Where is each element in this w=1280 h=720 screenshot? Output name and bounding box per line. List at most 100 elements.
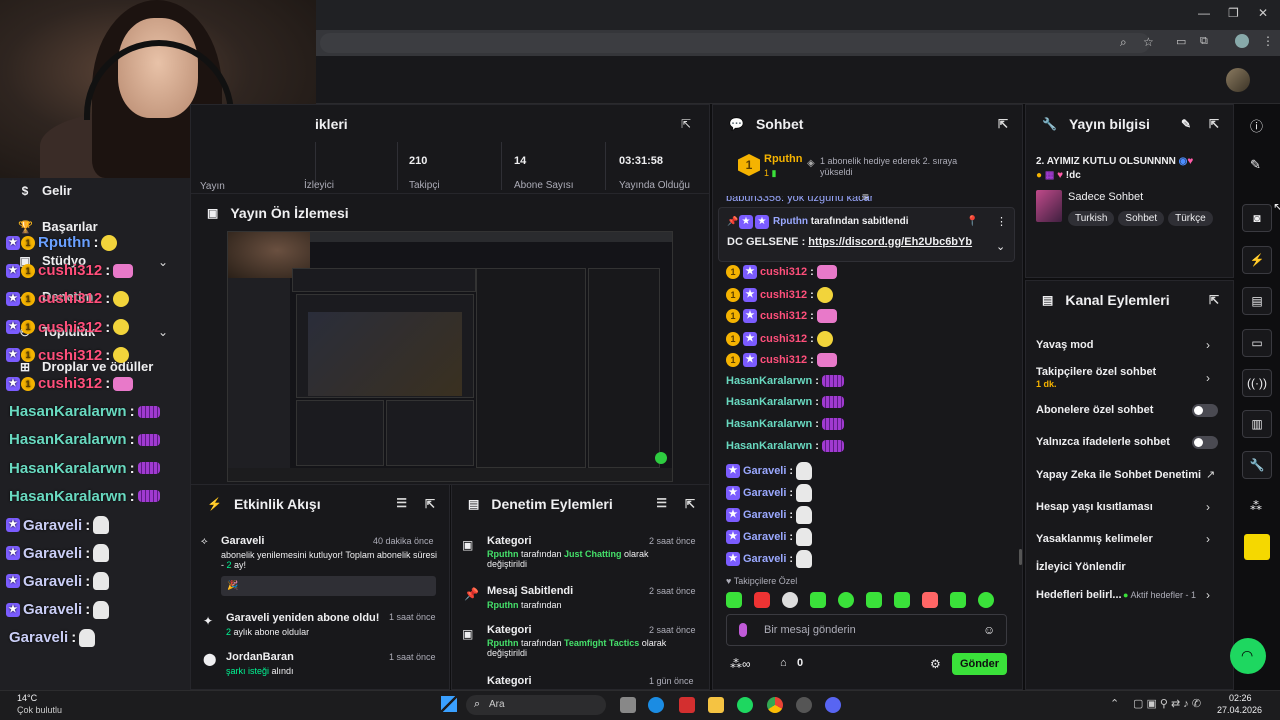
chat-username[interactable]: HasanKaralarwn [726,440,812,452]
extensions-icon[interactable]: ⧉ [1200,35,1208,48]
rail-bolt-button[interactable]: ⚡ [1242,246,1272,274]
kebab-menu-icon[interactable]: ⋮ [1262,34,1274,48]
pencil-icon[interactable]: ✎ [1250,157,1261,173]
chevron-down-icon[interactable]: ⌄ [158,325,168,339]
followers-only-row[interactable]: Takipçilere özel sohbet [1036,366,1156,378]
emote-icon[interactable] [810,592,826,608]
account-age-row[interactable]: Hesap yaşı kısıtlaması [1036,501,1153,513]
chevron-right-icon[interactable]: › [1206,338,1210,352]
user-avatar[interactable] [1226,68,1250,92]
task-view-icon[interactable] [620,697,636,713]
tag[interactable]: Türkçe [1168,211,1213,226]
omnibox[interactable] [320,33,1150,53]
unpin-icon[interactable]: 📍 [966,216,978,227]
filter-icon[interactable]: ☰ [396,496,407,510]
emote-icon[interactable] [866,592,882,608]
chat-username[interactable]: Garaveli [743,531,786,543]
weather-temp[interactable]: 14°C [17,693,37,703]
settings-gear-icon[interactable]: ⚙ [930,657,941,671]
mic-icon[interactable] [739,623,747,637]
stream-preview[interactable] [227,231,673,482]
activity-title[interactable]: Garaveli yeniden abone oldu! [226,612,379,624]
popout-icon[interactable]: ⇱ [681,117,691,131]
kebab-menu-icon[interactable]: ⋮ [996,215,1007,228]
emote-icon[interactable] [726,592,742,608]
chat-scrollbar[interactable] [1019,549,1022,565]
emote-icon[interactable] [922,592,938,608]
popout-icon[interactable]: ⇱ [1209,293,1219,307]
support-headset-button[interactable]: ◠ [1230,638,1266,674]
chat-username[interactable]: Garaveli [743,487,786,499]
spotify-icon[interactable] [737,697,753,713]
popout-icon[interactable]: ⇱ [1209,117,1219,131]
emote-icon[interactable] [978,592,994,608]
external-link-icon[interactable]: ↗ [1206,468,1215,481]
app-icon[interactable] [796,697,812,713]
zoom-icon[interactable]: ⌕ [1120,35,1127,50]
points-icon[interactable]: ⁂ [1250,499,1262,513]
banned-words-row[interactable]: Yasaklanmış kelimeler [1036,533,1153,545]
close-icon[interactable]: ✕ [1258,6,1268,20]
cast-icon[interactable]: ▭ [1176,35,1186,48]
chevron-right-icon[interactable]: › [1206,500,1210,514]
chat-username[interactable]: cushi312 [760,289,807,301]
nav-basarilar[interactable]: 🏆 Başarılar [18,219,98,234]
activity-user[interactable]: JordanBaran [226,651,294,663]
info-icon[interactable]: ⓘ [1250,116,1263,135]
popout-icon[interactable]: ⇱ [685,497,695,511]
raid-row[interactable]: İzleyici Yönlendir [1036,561,1126,573]
rail-server-button[interactable]: ▥ [1242,410,1272,438]
tray-icons[interactable]: ▢ ▣ ⚲ ⇄ ♪ ✆ [1133,697,1201,710]
chat-input[interactable]: Bir mesaj gönderin ☺ [726,614,1007,646]
emote-icon[interactable] [894,592,910,608]
edit-pencil-icon[interactable]: ✎ [1181,117,1191,131]
goals-row[interactable]: Hedefleri belirl... [1036,589,1122,601]
ai-moderation-row[interactable]: Yapay Zeka ile Sohbet Denetimi [1036,469,1201,481]
chat-username[interactable]: Garaveli [743,465,786,477]
chrome-icon[interactable] [767,697,783,713]
stream-category[interactable]: Sadece Sohbet [1068,191,1143,203]
emote-only-toggle[interactable] [1192,436,1218,449]
filter-icon[interactable]: ☰ [656,496,667,510]
chevron-right-icon[interactable]: › [1206,532,1210,546]
rail-wrench-button[interactable]: 🔧 [1242,451,1272,479]
chevron-right-icon[interactable]: › [1206,371,1210,385]
tag[interactable]: Turkish [1068,211,1115,226]
tag[interactable]: Sohbet [1118,211,1165,226]
clock-time[interactable]: 02:26 [1229,693,1252,703]
chat-username[interactable]: Garaveli [743,553,786,565]
rail-broadcast-button[interactable]: ((·)) [1242,369,1272,397]
emote-icon[interactable] [754,592,770,608]
chat-username[interactable]: HasanKaralarwn [726,418,812,430]
activity-user[interactable]: Garaveli [221,535,264,547]
chat-username[interactable]: HasanKaralarwn [726,396,812,408]
tray-chevron-icon[interactable]: ⌃ [1110,697,1119,710]
edge-icon[interactable] [648,697,664,713]
app-icon[interactable] [679,697,695,713]
explorer-icon[interactable] [708,697,724,713]
subs-only-toggle[interactable] [1192,404,1218,417]
send-button[interactable]: Gönder [952,653,1007,675]
windows-start-icon[interactable] [441,696,457,712]
emote-icon[interactable] [838,592,854,608]
bookmark-star-icon[interactable]: ☆ [1143,35,1154,49]
gift-user[interactable]: Rputhn [764,153,802,165]
rail-chat-button[interactable]: ▭ [1242,329,1272,357]
extension-icon[interactable] [1244,534,1270,560]
emote-icon[interactable] [950,592,966,608]
profile-avatar[interactable] [1235,34,1249,48]
emoji-icon[interactable]: ☺ [983,623,995,637]
rewards-icon[interactable]: ⌂ [780,657,787,669]
discord-icon[interactable] [825,697,841,713]
minimize-icon[interactable]: — [1198,6,1210,20]
rail-camera-button[interactable]: ◙ [1242,204,1272,232]
chevron-down-icon[interactable]: ⌄ [996,240,1005,253]
channel-points-icon[interactable]: ⁂∞ [730,657,751,671]
chat-username[interactable]: cushi312 [760,266,807,278]
chat-username[interactable]: Garaveli [743,509,786,521]
chat-username[interactable]: HasanKaralarwn [726,375,812,387]
chat-username[interactable]: cushi312 [760,310,807,322]
emote-icon[interactable] [782,592,798,608]
taskbar-search[interactable]: ⌕ Ara [466,695,606,715]
nav-gelir[interactable]: $ Gelir [18,183,72,198]
